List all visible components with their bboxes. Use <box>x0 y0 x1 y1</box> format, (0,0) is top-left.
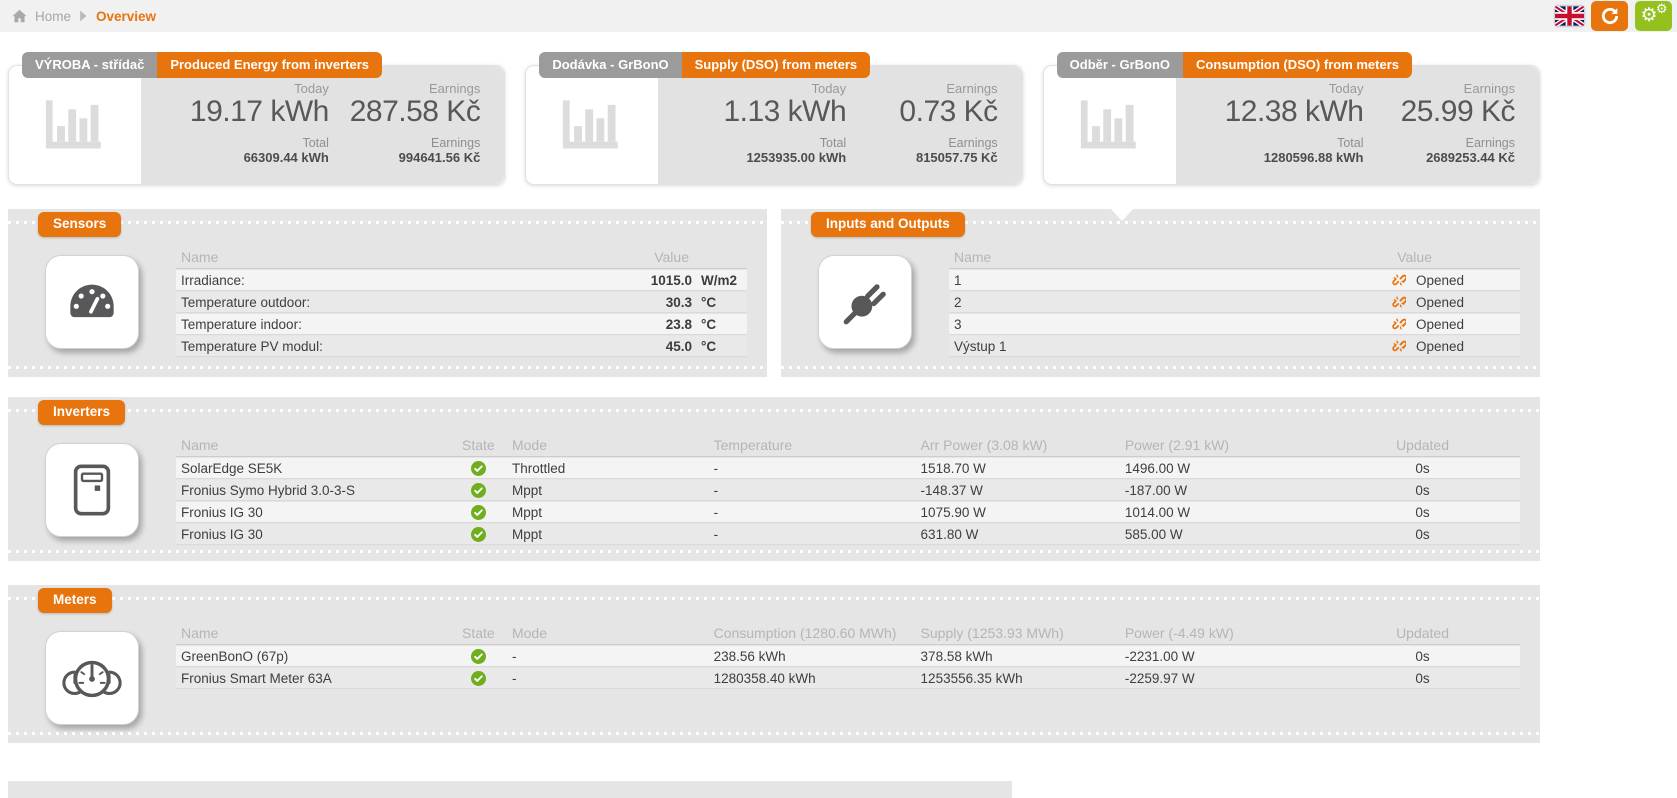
earnings-label: Earnings <box>329 82 480 96</box>
check-circle-icon <box>445 527 512 542</box>
card-subtitle-badge: Produced Energy from inverters <box>157 52 382 78</box>
unlink-icon <box>1392 273 1406 287</box>
total-value: 66309.44 kWh <box>151 150 329 166</box>
gauge-icon <box>45 255 139 349</box>
next-panel-partial <box>8 781 1012 798</box>
card-title-badge: Odběr - GrBonO <box>1057 52 1183 78</box>
gears-icon: ⚙⚙ <box>1642 5 1666 27</box>
plug-icon <box>818 255 912 349</box>
meters-panel: Meters Name State Mode <box>8 585 1540 743</box>
total-earnings-value: 815057.75 Kč <box>846 150 997 166</box>
earnings-value: 25.99 Kč <box>1364 96 1515 128</box>
earnings-label: Earnings <box>1364 82 1515 96</box>
panel-notch <box>1111 209 1133 221</box>
bar-chart-icon <box>526 66 658 184</box>
inverter-icon <box>45 443 139 537</box>
card-consumption[interactable]: Odběr - GrBonO Consumption (DSO) from me… <box>1043 65 1540 185</box>
table-row[interactable]: Výstup 1 Opened <box>949 336 1520 357</box>
card-title-badge: VÝROBA - střídač <box>22 52 157 78</box>
col-header-name: Name <box>949 249 1330 265</box>
total-earnings-value: 2689253.44 Kč <box>1364 150 1515 166</box>
card-subtitle-badge: Supply (DSO) from meters <box>682 52 871 78</box>
earnings-value: 287.58 Kč <box>329 96 480 128</box>
topbar-actions: ⚙⚙ <box>1555 1 1672 31</box>
meters-panel-title: Meters <box>38 588 112 613</box>
inverters-panel-title: Inverters <box>38 400 125 425</box>
check-circle-icon <box>445 461 512 476</box>
topbar: Home Overview ⚙⚙ <box>0 0 1677 32</box>
total-earnings-label: Earnings <box>846 137 997 150</box>
table-row[interactable]: Temperature PV modul: 45.0°C <box>176 336 747 357</box>
breadcrumb-current[interactable]: Overview <box>96 9 156 24</box>
settings-button[interactable]: ⚙⚙ <box>1635 1 1672 31</box>
card-title-badge: Dodávka - GrBonO <box>539 52 681 78</box>
table-row[interactable]: Fronius Symo Hybrid 3.0-3-S Mppt - -148.… <box>176 480 1520 501</box>
total-earnings-label: Earnings <box>1364 137 1515 150</box>
card-supply[interactable]: Dodávka - GrBonO Supply (DSO) from meter… <box>525 65 1022 185</box>
check-circle-icon <box>445 649 512 664</box>
card-subtitle-badge: Consumption (DSO) from meters <box>1183 52 1412 78</box>
today-label: Today <box>668 82 846 96</box>
unlink-icon <box>1392 317 1406 331</box>
table-row[interactable]: Temperature indoor: 23.8°C <box>176 314 747 335</box>
meters-gauges-icon <box>45 631 139 725</box>
today-value: 12.38 kWh <box>1186 96 1364 128</box>
bar-chart-icon <box>1044 66 1176 184</box>
table-row[interactable]: 1 Opened <box>949 270 1520 291</box>
inputs-outputs-panel: Inputs and Outputs Name Value <box>781 209 1540 377</box>
sensors-panel-title: Sensors <box>38 212 121 237</box>
uk-flag-icon[interactable] <box>1555 6 1584 26</box>
col-header-value: Value <box>1330 249 1520 265</box>
table-row[interactable]: Fronius IG 30 Mppt - 1075.90 W 1014.00 W… <box>176 502 1520 523</box>
today-label: Today <box>151 82 329 96</box>
card-produced-energy[interactable]: VÝROBA - střídač Produced Energy from in… <box>8 65 505 185</box>
table-row[interactable]: GreenBonO (67p) - 238.56 kWh 378.58 kWh … <box>176 646 1520 667</box>
total-label: Total <box>668 137 846 150</box>
bar-chart-icon <box>9 66 141 184</box>
total-earnings-label: Earnings <box>329 137 480 150</box>
total-value: 1280596.88 kWh <box>1186 150 1364 166</box>
sensors-panel: Sensors Name Value <box>8 209 767 377</box>
today-value: 1.13 kWh <box>668 96 846 128</box>
inverters-panel: Inverters Name State Mode Temperature Ar… <box>8 397 1540 561</box>
table-row[interactable]: Temperature outdoor: 30.3°C <box>176 292 747 313</box>
today-value: 19.17 kWh <box>151 96 329 128</box>
summary-cards: VÝROBA - střídač Produced Energy from in… <box>8 51 1540 185</box>
today-label: Today <box>1186 82 1364 96</box>
unlink-icon <box>1392 339 1406 353</box>
refresh-icon <box>1600 6 1620 26</box>
total-label: Total <box>151 137 329 150</box>
breadcrumb-home[interactable]: Home <box>35 9 71 24</box>
unlink-icon <box>1392 295 1406 309</box>
earnings-value: 0.73 Kč <box>846 96 997 128</box>
total-label: Total <box>1186 137 1364 150</box>
inverters-table: Name State Mode Temperature Arr Power (3… <box>176 433 1520 545</box>
home-icon[interactable] <box>12 9 27 23</box>
table-row[interactable]: 2 Opened <box>949 292 1520 313</box>
table-row[interactable]: Fronius Smart Meter 63A - 1280358.40 kWh… <box>176 668 1520 689</box>
meters-table: Name State Mode Consumption (1280.60 MWh… <box>176 621 1520 725</box>
earnings-label: Earnings <box>846 82 997 96</box>
table-row[interactable]: 3 Opened <box>949 314 1520 335</box>
total-earnings-value: 994641.56 Kč <box>329 150 480 166</box>
sensors-table: Name Value Irradiance: 1015.0W/m2 Temper… <box>176 245 747 357</box>
check-circle-icon <box>445 671 512 686</box>
inputs-outputs-panel-title: Inputs and Outputs <box>811 212 965 237</box>
refresh-button[interactable] <box>1591 1 1628 31</box>
chevron-right-icon <box>79 10 88 22</box>
table-row[interactable]: Irradiance: 1015.0W/m2 <box>176 270 747 291</box>
inputs-outputs-table: Name Value 1 <box>949 245 1520 357</box>
table-row[interactable]: SolarEdge SE5K Throttled - 1518.70 W 149… <box>176 458 1520 479</box>
check-circle-icon <box>445 483 512 498</box>
table-row[interactable]: Fronius IG 30 Mppt - 631.80 W 585.00 W 0… <box>176 524 1520 545</box>
col-header-value: Value <box>537 249 747 265</box>
col-header-name: Name <box>176 249 537 265</box>
breadcrumb: Home Overview <box>12 9 156 24</box>
total-value: 1253935.00 kWh <box>668 150 846 166</box>
check-circle-icon <box>445 505 512 520</box>
